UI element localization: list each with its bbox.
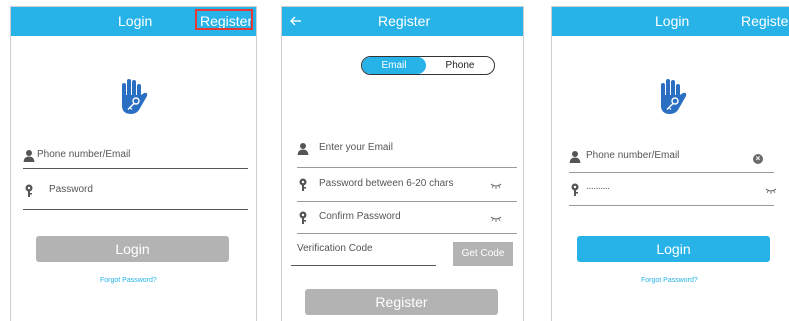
field-underline (291, 265, 436, 266)
login-title: Login (655, 13, 690, 29)
login-header: Login Registe (552, 7, 789, 36)
confirm-password-field[interactable]: Confirm Password (297, 209, 517, 234)
field-underline (569, 172, 774, 173)
get-code-button[interactable]: Get Code (453, 242, 513, 266)
user-icon (23, 150, 35, 162)
register-highlight (195, 9, 253, 30)
eye-closed-icon[interactable] (490, 182, 502, 190)
password-field[interactable]: Password between 6-20 chars (297, 176, 517, 202)
email-placeholder: Enter your Email (319, 142, 393, 153)
login-filled-screen: Login Registe Phone number/Email × ·····… (551, 6, 789, 321)
register-header: Register (282, 7, 523, 36)
key-icon (299, 211, 307, 224)
eye-closed-icon[interactable] (490, 215, 502, 223)
confirm-password-placeholder: Confirm Password (319, 211, 401, 222)
email-phone-toggle[interactable]: Email Phone (361, 56, 495, 75)
hand-key-icon (661, 79, 687, 114)
forgot-password-link[interactable]: Forgot Password? (100, 277, 157, 284)
toggle-email[interactable]: Email (362, 57, 426, 74)
phone-email-field[interactable]: Phone number/Email (23, 147, 248, 169)
key-icon (571, 183, 579, 196)
field-underline (297, 167, 517, 168)
verification-placeholder: Verification Code (297, 243, 373, 254)
phone-email-field[interactable]: Phone number/Email × (569, 148, 774, 173)
login-title: Login (118, 13, 153, 29)
login-button[interactable]: Login (36, 236, 229, 262)
eye-closed-icon[interactable] (765, 187, 777, 195)
field-underline (23, 168, 248, 169)
password-field[interactable]: ·········· (569, 181, 777, 206)
hand-key-icon (122, 79, 148, 114)
arrow-left-icon[interactable] (290, 15, 302, 27)
field-underline (297, 201, 517, 202)
register-screen: Register Email Phone Enter your Email Pa… (281, 6, 524, 321)
verification-code-field[interactable]: Verification Code (291, 243, 436, 266)
field-underline (23, 209, 248, 210)
email-field[interactable]: Enter your Email (297, 140, 517, 168)
forgot-password-link[interactable]: Forgot Password? (641, 277, 698, 284)
key-icon (299, 178, 307, 191)
register-button[interactable]: Register (305, 289, 498, 315)
register-link[interactable]: Registe (741, 13, 788, 29)
field-underline (297, 233, 517, 234)
clear-icon[interactable]: × (753, 154, 763, 164)
register-title: Register (378, 13, 431, 29)
key-icon (25, 184, 33, 197)
password-placeholder: Password between 6-20 chars (319, 178, 454, 189)
phone-email-placeholder: Phone number/Email (586, 150, 680, 161)
phone-email-placeholder: Phone number/Email (37, 149, 131, 160)
field-underline (569, 205, 774, 206)
password-placeholder: Password (49, 184, 93, 195)
password-value: ·········· (586, 183, 610, 194)
user-icon (569, 151, 581, 163)
login-screen: Login Register Phone number/Email Passwo… (10, 6, 257, 321)
login-button[interactable]: Login (577, 236, 770, 262)
password-field[interactable]: Password (23, 182, 248, 210)
user-icon (297, 143, 309, 155)
toggle-phone[interactable]: Phone (426, 57, 494, 74)
